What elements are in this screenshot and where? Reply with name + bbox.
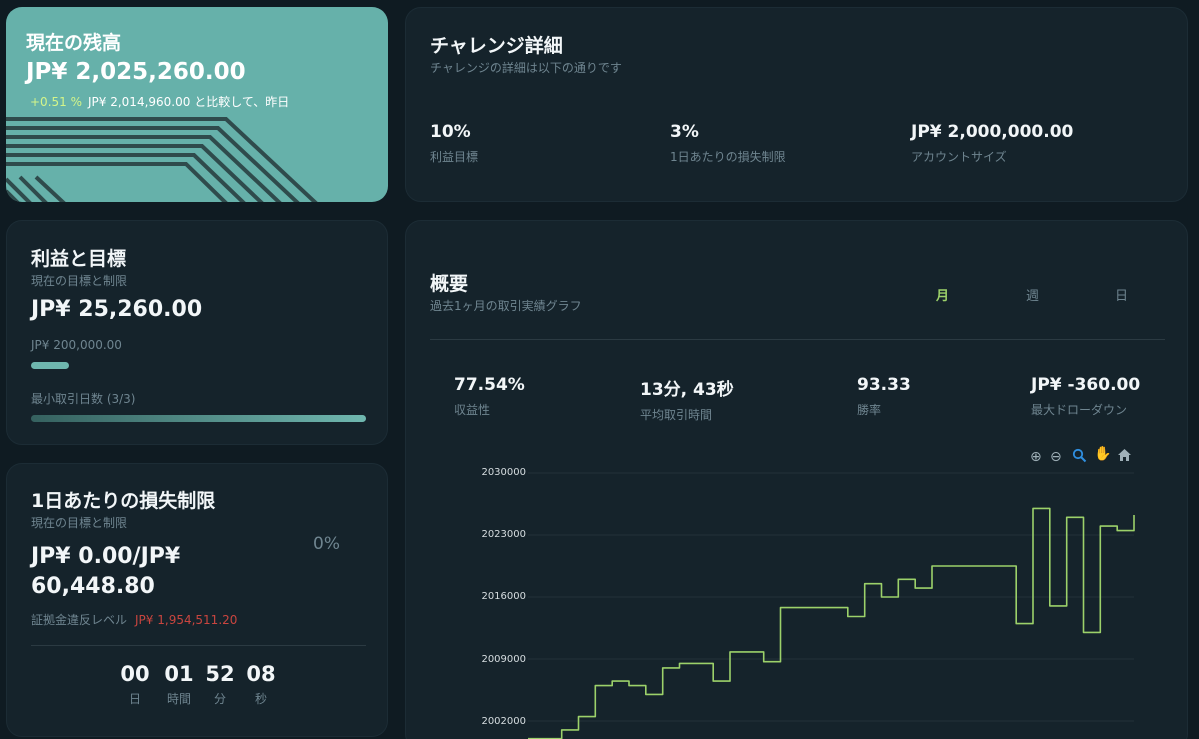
countdown-seconds: 08 秒 <box>241 662 281 707</box>
stat-account-size-label: アカウントサイズ <box>911 150 1007 164</box>
min-days-progress-track <box>31 415 366 422</box>
profit-amount: JP¥ 25,260.00 <box>31 297 203 322</box>
countdown-minutes-unit: 分 <box>213 692 226 706</box>
daily-loss-subtitle: 現在の目標と制限 <box>31 516 128 530</box>
countdown-hours: 01 時間 <box>159 662 199 707</box>
daily-loss-card: 1日あたりの損失制限 現在の目標と制限 JP¥ 0.00/JP¥ 60,448.… <box>6 463 388 737</box>
balance-change-pct: +0.51 % <box>30 95 82 109</box>
min-trading-days: 最小取引日数 (3/3) <box>31 392 136 406</box>
stat-daily-loss-limit-value: 3% <box>670 122 699 142</box>
stat-profit-target-value: 10% <box>430 122 471 142</box>
daily-loss-title: 1日あたりの損失制限 <box>31 490 216 512</box>
profit-subtitle: 現在の目標と制限 <box>31 274 128 288</box>
equity-chart <box>528 472 1135 739</box>
balance-compare: +0.51 % JP¥ 2,014,960.00 と比較して、昨日 <box>30 93 289 110</box>
margin-violation-value: JP¥ 1,954,511.20 <box>135 613 238 627</box>
stat-profit-target: 10% 利益目標 <box>430 122 478 165</box>
balance-title: 現在の残高 <box>26 32 122 54</box>
profit-progress-bar <box>31 362 69 369</box>
daily-loss-percent: 0% <box>313 534 340 554</box>
balance-compare-text: JP¥ 2,014,960.00 と比較して、昨日 <box>88 95 290 109</box>
countdown-seconds-value: 08 <box>246 662 276 686</box>
countdown-minutes: 52 分 <box>200 662 240 707</box>
challenge-details-card: チャレンジ詳細 チャレンジの詳細は以下の通りです 10% 利益目標 3% 1日あ… <box>405 7 1188 202</box>
overview-card: 概要 過去1ヶ月の取引実績グラフ 月 週 日 77.54% 収益性 13分, 4… <box>405 220 1188 739</box>
countdown-days-value: 00 <box>120 662 150 686</box>
countdown-days: 00 日 <box>115 662 155 707</box>
profit-title: 利益と目標 <box>31 248 127 270</box>
divider <box>31 645 366 646</box>
profit-target: JP¥ 200,000.00 <box>31 338 122 352</box>
margin-violation-label: 証拠金違反レベル <box>31 613 128 627</box>
stat-daily-loss-limit-label: 1日あたりの損失制限 <box>670 150 786 164</box>
countdown-hours-unit: 時間 <box>166 692 191 706</box>
min-days-progress-fill <box>31 415 366 422</box>
margin-violation: 証拠金違反レベル JP¥ 1,954,511.20 <box>31 611 237 628</box>
countdown-hours-value: 01 <box>164 662 194 686</box>
stat-account-size: JP¥ 2,000,000.00 アカウントサイズ <box>911 122 1073 165</box>
challenge-subtitle: チャレンジの詳細は以下の通りです <box>430 61 622 75</box>
profit-target-card: 利益と目標 現在の目標と制限 JP¥ 25,260.00 JP¥ 200,000… <box>6 220 388 445</box>
decorative-stripes <box>6 117 318 202</box>
stat-daily-loss-limit: 3% 1日あたりの損失制限 <box>670 122 786 165</box>
balance-amount: JP¥ 2,025,260.00 <box>26 59 246 85</box>
countdown-days-unit: 日 <box>128 692 141 706</box>
chart-gridlines <box>528 472 1134 722</box>
stat-account-size-value: JP¥ 2,000,000.00 <box>911 122 1074 142</box>
equity-series-line <box>528 507 1135 739</box>
daily-loss-amount: JP¥ 0.00/JP¥ 60,448.80 <box>31 544 181 599</box>
stat-profit-target-label: 利益目標 <box>430 150 479 164</box>
balance-card: 現在の残高 JP¥ 2,025,260.00 +0.51 % JP¥ 2,014,… <box>6 7 388 202</box>
countdown-minutes-value: 52 <box>205 662 235 686</box>
challenge-title: チャレンジ詳細 <box>430 35 563 57</box>
countdown-seconds-unit: 秒 <box>254 692 267 706</box>
